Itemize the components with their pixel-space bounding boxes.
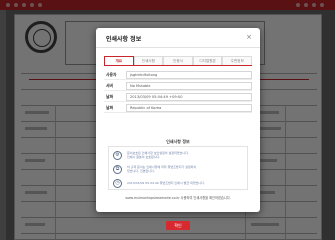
close-icon[interactable]: × [246, 33, 252, 41]
info-row: ⚙ 문서보호된 인쇄사항 보안설정이 설정되었습니다. 인쇄시 원본이 보호됩니… [113, 150, 245, 160]
info-row: ◷ 2013/03/09 05:04:49 위변조방지 인쇄시 발급 되었습니다… [113, 178, 245, 188]
field-value: No Mutable [126, 81, 252, 90]
field-label: 날짜 [106, 104, 113, 110]
field-row: 사용자 jsgtmhdfuitong [104, 70, 252, 80]
field-value: 2013/03/09 05:04:49 +09:00 [126, 92, 252, 101]
security-settings-icon: ⚙ [113, 150, 122, 160]
info-text: 2013/03/09 05:04:49 위변조방지 인쇄시 발급 되었습니다. [127, 181, 205, 185]
dialog-divider [96, 47, 260, 48]
dialog-title: 인쇄사항 정보 [106, 36, 142, 43]
tab-certificate[interactable]: 인증서 [163, 56, 193, 65]
info-fields: 사용자 jsgtmhdfuitong 서버 No Mutable 날짜 2013… [104, 70, 252, 114]
tab-surroundings[interactable]: 주변정보 [222, 56, 252, 65]
field-row: 날짜 Republic of Korea [104, 103, 252, 113]
info-row: ⧉ 이 출력 문서는 인쇄사항에 따라 위변조방지가 설정되어 있습니다. 진본… [113, 164, 245, 174]
clock-icon: ◷ [113, 178, 122, 188]
tab-digital-original[interactable]: 디지털원본 [192, 56, 223, 65]
dialog-tabs: 개요 인쇄사항 인증서 디지털원본 주변정보 [104, 56, 252, 66]
section-title: 인쇄사항 정보 [166, 139, 190, 144]
field-label: 날짜 [106, 93, 113, 99]
confirm-button[interactable]: 확인 [166, 221, 190, 230]
field-label: 사용자 [106, 71, 117, 77]
info-text: 있습니다. 진본입니다. [127, 169, 155, 173]
tab-overview[interactable]: 개요 [104, 56, 134, 65]
field-value: Republic of Korea [126, 103, 252, 112]
field-value: jsgtmhdfuitong [126, 70, 252, 79]
footer-note: www.mulmanhapstreamwire.co.kr 사용하여 인쇄사항을… [125, 196, 231, 200]
field-label: 서버 [106, 82, 113, 88]
field-row: 날짜 2013/03/09 05:04:49 +09:00 [104, 92, 252, 102]
print-info-box: ⚙ 문서보호된 인쇄사항 보안설정이 설정되었습니다. 인쇄시 원본이 보호됩니… [108, 146, 248, 190]
print-info-dialog: 인쇄사항 정보 × 개요 인쇄사항 인증서 디지털원본 주변정보 사용자 jsg… [96, 28, 260, 230]
info-text: 인쇄시 원본이 보호됩니다. [127, 155, 161, 159]
field-row: 서버 No Mutable [104, 81, 252, 91]
tab-print-items[interactable]: 인쇄사항 [133, 56, 164, 65]
document-copy-icon: ⧉ [113, 164, 122, 174]
